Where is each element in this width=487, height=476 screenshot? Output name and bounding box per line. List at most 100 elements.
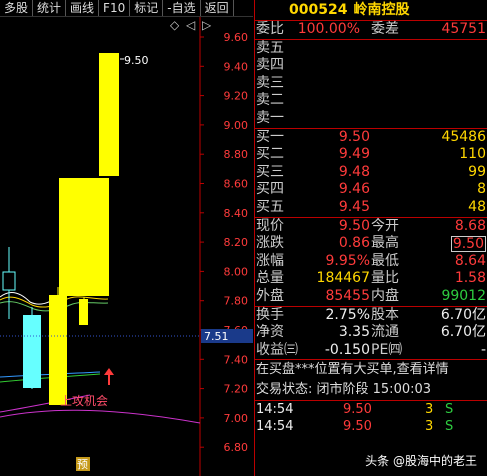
stat-value: 0.86 [338,235,370,252]
tick-flag: S [445,419,454,435]
weibi-value: 100.00% [297,21,360,37]
peak-price-label: 9.50 [124,54,149,67]
buy-price: 9.45 [338,198,370,215]
sell-label: 卖五 [256,39,284,56]
quote-panel: 000524 岭南控股 委比 100.00% 委差 45751 卖五 卖四 卖三… [254,0,487,476]
stock-title: 000524 岭南控股 [255,0,487,21]
stat-row: 净资 3.35 流通 6.70亿 [255,324,487,342]
stat-label: 净资 [256,324,284,341]
sell-row[interactable]: 卖一 [255,110,487,129]
weicha-label: 委差 [371,21,399,37]
stat-value: 1.58 [454,270,486,287]
candle-up [99,53,119,176]
stat-label: 总量 [256,270,284,287]
stat-label: 内盘 [371,287,399,304]
stat-row: 总量 184467 量比 1.58 [255,270,487,288]
buy-volume: 99 [468,163,486,180]
price-axis-label: 8.80 [224,148,249,161]
stat-value: 6.70亿 [440,324,486,341]
watermark: 头条 @股海中的老王 [361,451,481,470]
ma-line-purple2 [0,409,201,424]
sell-label: 卖一 [256,109,284,126]
price-axis-label: 9.00 [224,119,249,132]
stat-row: 换手 2.75% 股本 6.70亿 [255,307,487,325]
pre-badge: 预 [77,458,88,471]
stat-label: 收益㈢ [256,341,298,358]
tick-list: 14:54 9.50 3 S 14:54 9.50 3 S [255,401,487,435]
stat-label: 流通 [371,324,399,341]
stat-value: 6.70亿 [440,306,486,323]
weibi-row: 委比 100.00% 委差 45751 [255,21,487,40]
weibi-label: 委比 [256,21,284,37]
stat-value: 2.75% [325,306,370,323]
stat-value: -0.150 [324,341,370,358]
price-axis-label: 8.60 [224,178,249,191]
buy-row[interactable]: 买二 9.49 110 [255,146,487,164]
stat-label: 最高 [371,235,399,252]
sell-row[interactable]: 卖四 [255,57,487,75]
stat-row: 涨幅 9.95% 最低 8.64 [255,253,487,271]
buy-row[interactable]: 买一 9.50 45486 [255,129,487,147]
stock-name: 岭南控股 [353,2,410,18]
stat-label: 外盘 [256,287,284,304]
weicha-value: 45751 [441,21,486,37]
sell-row[interactable]: 卖三 [255,75,487,93]
tick-time: 14:54 [256,402,294,418]
tick-volume: 3 [425,419,434,435]
stat-value: - [480,341,486,358]
buy-volume: 45486 [441,128,486,145]
price-axis-label: 7.40 [224,353,249,366]
buy-row[interactable]: 买三 9.48 99 [255,164,487,182]
toolbar-multi-stock-button[interactable]: 多股 [0,0,34,16]
price-axis-label: 9.40 [224,60,249,73]
buy-label: 买五 [256,198,284,215]
toolbar-watchlist-button[interactable]: -自选 [163,0,201,16]
candle-down [23,315,41,388]
stat-value: 8.64 [454,252,486,269]
stat-label: 最低 [371,252,399,269]
toolbar-statistics-button[interactable]: 统计 [33,0,67,16]
current-price-tag: 7.51 [204,330,229,343]
big-order-alert-link[interactable]: 在买盘***位置有大买单,查看详情 [255,360,487,380]
buy-label: 买四 [256,181,284,198]
tick-row: 14:54 9.50 3 S [255,401,487,418]
stat-row: 涨跌 0.86 最高 9.50 [255,235,487,253]
sell-row[interactable]: 卖五 [255,40,487,58]
stat-label: 涨跌 [256,235,284,252]
tick-time: 14:54 [256,419,294,435]
buy-price: 9.49 [338,146,370,163]
stat-value: 3.35 [338,324,370,341]
buy-volume: 8 [477,181,486,198]
stat-value: 8.68 [454,217,486,234]
trade-status: 交易状态: 闭市阶段 15:00:03 [255,380,487,402]
price-axis-label: 7.20 [224,383,249,396]
stat-value: 9.50 [450,236,486,253]
tick-flag: S [445,402,454,418]
tick-row: 14:54 9.50 3 S [255,418,487,435]
buy-row[interactable]: 买五 9.45 48 [255,199,487,218]
toolbar-back-button[interactable]: 返回 [201,0,234,16]
buy-price: 9.46 [338,181,370,198]
sell-row[interactable]: 卖二 [255,92,487,110]
toolbar-mark-button[interactable]: 标记 [130,0,164,16]
stat-value: 9.95% [325,252,370,269]
kline-chart[interactable]: ◇ ◁ ▷ 9.60 9.40 9.20 9.00 8.80 8.60 8.40 8.20 8.… [0,17,253,476]
buy-volume: 110 [459,146,486,163]
stat-label: 换手 [256,306,284,323]
stat-label: 股本 [371,306,399,323]
stat-label: 现价 [256,217,284,234]
price-stats: 现价 9.50 今开 8.68 涨跌 0.86 最高 9.50 涨幅 9.95%… [255,218,487,307]
price-axis-label: 6.80 [224,441,249,454]
buy-price: 9.50 [338,128,370,145]
toolbar-draw-line-button[interactable]: 画线 [66,0,100,16]
tick-price: 9.50 [343,419,372,435]
price-axis-label: 8.00 [224,265,249,278]
stat-label: PE㈣ [371,341,403,358]
tick-price: 9.50 [343,402,372,418]
buy-row[interactable]: 买四 9.46 8 [255,181,487,199]
buy-volume: 48 [468,198,486,215]
toolbar-f10-button[interactable]: F10 [99,0,131,16]
sell-label: 卖二 [256,92,284,109]
stat-row: 收益㈢ -0.150 PE㈣ - [255,342,487,361]
buy-orders: 买一 9.50 45486 买二 9.49 110 买三 9.48 99 买四 … [255,129,487,218]
